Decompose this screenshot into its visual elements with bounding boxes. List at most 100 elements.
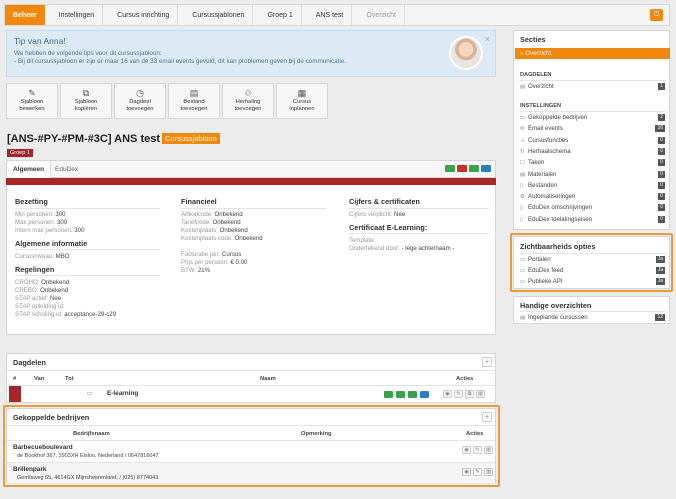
- ondertekend-door: Ondertekend door: - lege achternaam -: [349, 245, 455, 252]
- row-marker: [9, 386, 21, 402]
- flag-green-icon[interactable]: [445, 165, 455, 172]
- close-icon[interactable]: ×: [485, 34, 490, 44]
- tab-bar: Algemeen EduDex: [6, 160, 496, 178]
- dagdeel-naam: E-learning: [107, 390, 139, 397]
- gear-icon: ⚙: [520, 194, 525, 201]
- doc-icon: ▯: [520, 205, 524, 212]
- algemene-info-title: Algemene informatie: [15, 239, 88, 248]
- info-panel: Bezetting Min personen: 300 Max personen…: [6, 185, 496, 335]
- page-title: [ANS-#PY-#PM-#3C] ANS test Cursussjabloon: [7, 133, 220, 145]
- copy-icon: ⧉: [82, 88, 90, 98]
- sjabloon-bewerken-button[interactable]: ✎ Sjabloon bewerken: [6, 83, 58, 119]
- bezetting-title: Bezetting: [15, 197, 48, 206]
- count-badge: 2: [658, 114, 665, 121]
- user-icon: ☺: [520, 137, 526, 144]
- stap-opleiding-id: STAP opleiding id:: [15, 303, 65, 310]
- sidebar-item-bestanden[interactable]: ▯ Bestanden 0: [520, 181, 665, 191]
- file-icon: ▤: [189, 88, 199, 98]
- sidebar-item-cursusfuncties[interactable]: ☺ Cursusfuncties 0: [520, 136, 665, 146]
- file-icon: ▯: [520, 182, 524, 189]
- sidebar-item-materialen[interactable]: ▤ Materialen 0: [520, 170, 665, 180]
- sidebar-item-ingeplande-cursussen[interactable]: ▤ Ingeplande cursussen 12: [520, 313, 665, 323]
- doc-icon: ▯: [520, 216, 524, 223]
- sidebar-item-gekoppelde-bedrijven[interactable]: ▭ Gekoppelde bedrijven 2: [520, 113, 665, 123]
- edit-icon[interactable]: ✎: [454, 390, 463, 398]
- stap-scholing-id: STAP scholing id: acceptance-29-c29: [15, 311, 117, 318]
- sidebar-item-herhaalschema[interactable]: ↻ Herhaalschema 0: [520, 147, 665, 157]
- kostenplaats-code: Kostenplaats code: Onbekend: [181, 235, 263, 242]
- cijfers-title: Cijfers & certificaten: [349, 197, 420, 206]
- count-badge: 1: [658, 83, 665, 90]
- count-badge: 0: [658, 147, 665, 155]
- highlight-outline: [3, 405, 500, 487]
- flag-green-icon[interactable]: [408, 391, 417, 398]
- flag-blue-icon[interactable]: [420, 391, 429, 398]
- breadcrumb-beheer[interactable]: Beheer: [5, 5, 45, 25]
- financieel-title: Financieel: [181, 197, 217, 206]
- secties-title: Secties: [520, 35, 546, 44]
- bestand-toevoegen-button[interactable]: ▤ Bestand toevoegen: [168, 83, 220, 119]
- cijfers-verplicht: Cijfers verplicht: Nee: [349, 211, 406, 218]
- type-badge: Cursussjabloon: [162, 133, 220, 144]
- count-badge: 0: [658, 193, 665, 201]
- intern-max-personen: Intern max personen: 300: [15, 227, 85, 234]
- min-personen: Min personen: 300: [15, 211, 66, 218]
- col-naam: Naam: [260, 376, 276, 382]
- breadcrumb-cursussjablonen[interactable]: Cursussjablonen: [178, 5, 254, 25]
- flag-green-icon[interactable]: [469, 165, 479, 172]
- sidebar-item-taken[interactable]: ☐ Taken 0: [520, 158, 665, 168]
- breadcrumb-cursus-inrichting[interactable]: Cursus inrichting: [103, 5, 179, 25]
- sidebar-item-edudex-omschrijvingen[interactable]: ▯ EduDex omschrijvingen 0: [520, 203, 665, 213]
- copy-icon[interactable]: ⧉: [465, 390, 474, 398]
- tab-algemeen[interactable]: Algemeen: [7, 161, 52, 178]
- certificaat-title: Certificaat E-Learning:: [349, 223, 428, 232]
- count-badge: 0: [658, 215, 665, 223]
- tip-line: - Bij dit cursussjabloon er zijn er maar…: [14, 58, 347, 65]
- herhaling-toevoegen-button[interactable]: ♲ Herhaling toevoegen: [222, 83, 274, 119]
- tab-edudex[interactable]: EduDex: [49, 161, 84, 178]
- sidebar-item-automatiseringen[interactable]: ⚙ Automatiseringen 0: [520, 192, 665, 202]
- tariefcode: Tariefcode: Onbekend: [181, 219, 241, 226]
- breadcrumb-overzicht: Overzicht: [352, 5, 405, 25]
- stap-actief: STAP actief: Nee: [15, 295, 62, 302]
- delete-icon[interactable]: ▥: [476, 390, 485, 398]
- count-badge: 0: [658, 181, 665, 189]
- breadcrumb-ans-test[interactable]: ANS test: [302, 5, 353, 25]
- prijs-per-persoon: Prijs per persoon: € 0.00: [181, 259, 248, 266]
- cursusniveau: Cursusniveau: MBO: [15, 253, 70, 260]
- cursus-inplannen-button[interactable]: ▦ Cursus inplannen: [276, 83, 328, 119]
- view-icon[interactable]: ◉: [443, 390, 452, 398]
- dagdeel-toevoegen-button[interactable]: ◷ Dagdeel toevoegen: [114, 83, 166, 119]
- breadcrumb-instellingen[interactable]: Instellingen: [45, 5, 104, 25]
- btw: BTW: 21%: [181, 267, 211, 274]
- sidebar-item-dagdelen-overzicht[interactable]: ▤ Overzicht 1: [520, 82, 665, 92]
- breadcrumb-groep[interactable]: Groep 1: [253, 5, 302, 25]
- flag-green-icon[interactable]: [396, 391, 405, 398]
- template: Template:: [349, 237, 376, 244]
- sjabloon-kopieren-button[interactable]: ⧉ Sjabloon kopiëren: [60, 83, 112, 119]
- count-badge: 12: [655, 314, 665, 321]
- sidebar-item-email-events[interactable]: ✉ Email events 16: [520, 124, 665, 134]
- handige-overzichten-panel: Handige overzichten ▤ Ingeplande cursusse…: [513, 296, 670, 324]
- col-acties: Acties: [456, 376, 474, 382]
- sidebar-item-edudex-toelatingseisen[interactable]: ▯ EduDex toelatingseisen 0: [520, 215, 665, 225]
- count-badge: 16: [655, 125, 665, 133]
- add-dagdeel-button[interactable]: +: [482, 357, 492, 367]
- flag-red-icon[interactable]: [457, 165, 467, 172]
- flag-green-icon[interactable]: [384, 391, 393, 398]
- count-badge: 0: [658, 136, 665, 144]
- facturatie-per: Facturatie per: Cursus: [181, 251, 242, 258]
- list-icon: ▤: [520, 315, 526, 321]
- count-badge: 0: [658, 159, 665, 167]
- book-icon: ▤: [520, 171, 526, 178]
- instellingen-category: INSTELLINGEN: [520, 103, 562, 109]
- avatar: [449, 36, 483, 70]
- tip-title: Tip van Anna!: [14, 36, 66, 46]
- col-van: Van: [34, 376, 45, 382]
- edit-icon: ✎: [28, 88, 36, 98]
- sidebar-item-overzicht[interactable]: ⌂ Overzicht: [515, 48, 670, 59]
- tip-line: We hebben de volgende tips voor dit curs…: [14, 50, 162, 57]
- power-icon[interactable]: ⏻: [650, 9, 663, 21]
- flag-blue-icon[interactable]: [481, 165, 491, 172]
- croho: CROHO: Onbekend: [15, 279, 70, 286]
